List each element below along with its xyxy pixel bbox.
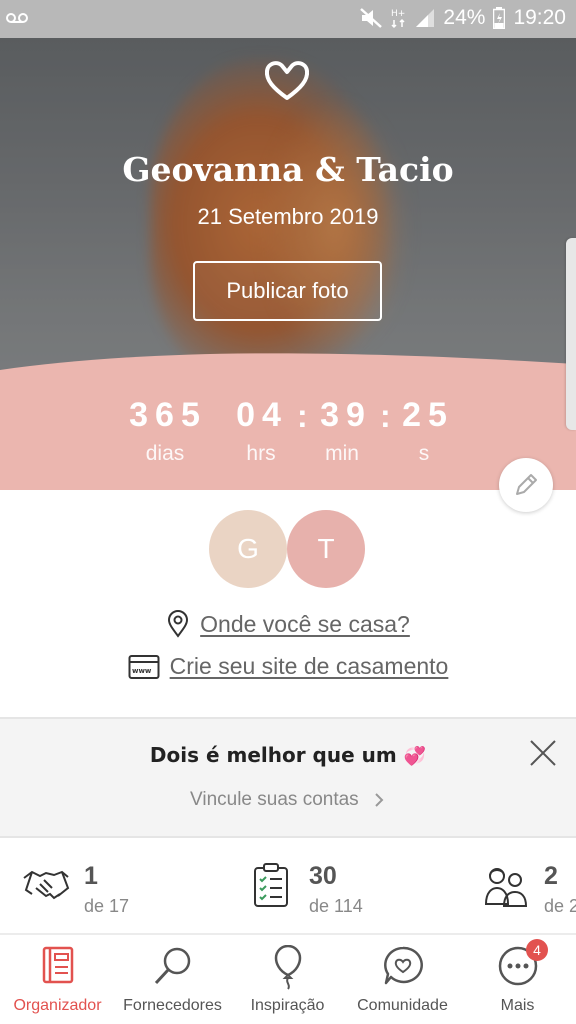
couple-names: Geovanna & Tacio — [122, 150, 454, 189]
nav-more[interactable]: Mais — [460, 935, 575, 1024]
website-icon: www — [128, 654, 160, 679]
guests-total: de 2 — [544, 896, 576, 916]
countdown-days-label: dias — [145, 442, 185, 465]
countdown: 365 dias 04 hrs : 39 min : 25 s — [0, 396, 576, 486]
status-bar: H+ 24% 19:20 — [0, 0, 576, 38]
pencil-icon — [516, 474, 537, 495]
voicemail-icon — [6, 10, 28, 29]
tasks-count: 30 — [309, 862, 337, 890]
bottom-nav: Organizador Fornecedores Inspiração Comu… — [0, 933, 576, 1024]
nav-inspiration[interactable]: Inspiração — [230, 935, 345, 1024]
countdown-hours-label: hrs — [246, 442, 276, 465]
vendors-total: de 17 — [84, 896, 130, 916]
tasks-stat[interactable]: 30 de 114 — [252, 862, 442, 922]
venue-link[interactable]: Onde você se casa? — [200, 611, 410, 638]
countdown-separator: : — [380, 398, 391, 434]
location-pin-icon — [168, 610, 189, 638]
link-accounts-title: Dois é melhor que um 💞 — [149, 743, 427, 767]
mute-icon — [359, 7, 383, 29]
countdown-minutes: 39 — [320, 396, 372, 434]
nav-more-label: Mais — [500, 997, 535, 1014]
svg-text:www: www — [132, 667, 152, 675]
guests-icon — [484, 868, 528, 907]
edge-panel-handle[interactable] — [566, 238, 576, 430]
divider — [0, 836, 576, 838]
countdown-seconds: 25 — [402, 396, 454, 434]
website-link[interactable]: Crie seu site de casamento — [170, 653, 449, 680]
chevron-right-icon — [375, 793, 384, 807]
close-icon[interactable] — [528, 738, 558, 768]
search-icon — [154, 947, 190, 985]
hplus-icon: H+ — [391, 7, 407, 29]
hearts-emoji: 💞 — [403, 746, 427, 767]
battery-icon — [493, 7, 506, 29]
heart-icon — [264, 61, 310, 100]
link-accounts-button[interactable]: Vincule suas contas — [0, 789, 576, 811]
hero-cover: Geovanna & Tacio 21 Setembro 2019 Public… — [0, 38, 576, 490]
countdown-minutes-label: min — [325, 442, 359, 465]
battery-label: 24% — [443, 6, 486, 29]
avatar-partner-1[interactable]: G — [209, 510, 287, 588]
nav-organizer-label: Organizador — [13, 997, 102, 1014]
website-link-row[interactable]: www Crie seu site de casamento — [0, 653, 576, 680]
countdown-days: 365 — [129, 396, 207, 434]
avatar-partner-2[interactable]: T — [287, 510, 365, 588]
clock: 19:20 — [513, 6, 566, 29]
nav-community[interactable]: Comunidade — [345, 935, 460, 1024]
countdown-separator: : — [297, 398, 308, 434]
guests-stat[interactable]: 2 de 2 — [482, 862, 576, 922]
nav-inspiration-label: Inspiração — [250, 997, 325, 1014]
signal-icon — [415, 8, 435, 28]
notification-badge: 4 — [526, 939, 548, 961]
publish-photo-button[interactable]: Publicar foto — [193, 261, 382, 321]
vendors-count: 1 — [84, 862, 98, 890]
wedding-date: 21 Setembro 2019 — [197, 204, 379, 229]
balloon-icon — [274, 945, 301, 990]
venue-link-row[interactable]: Onde você se casa? — [0, 610, 576, 638]
countdown-seconds-label: s — [418, 442, 430, 465]
nav-organizer[interactable]: Organizador — [0, 935, 115, 1024]
nav-vendors-label: Fornecedores — [123, 997, 222, 1014]
nav-community-label: Comunidade — [357, 997, 448, 1014]
link-accounts-card: Dois é melhor que um 💞 Vincule suas cont… — [0, 719, 576, 837]
clipboard-checklist-icon — [254, 863, 288, 907]
planner-icon — [42, 946, 73, 984]
countdown-hours: 04 — [236, 396, 288, 434]
guests-count: 2 — [544, 862, 558, 890]
svg-text:H+: H+ — [391, 9, 405, 19]
nav-vendors[interactable]: Fornecedores — [115, 935, 230, 1024]
handshake-icon — [23, 870, 70, 900]
tasks-total: de 114 — [309, 896, 363, 916]
chat-heart-icon — [383, 946, 423, 985]
vendors-stat[interactable]: 1 de 17 — [22, 862, 202, 922]
edit-button[interactable] — [499, 458, 553, 512]
